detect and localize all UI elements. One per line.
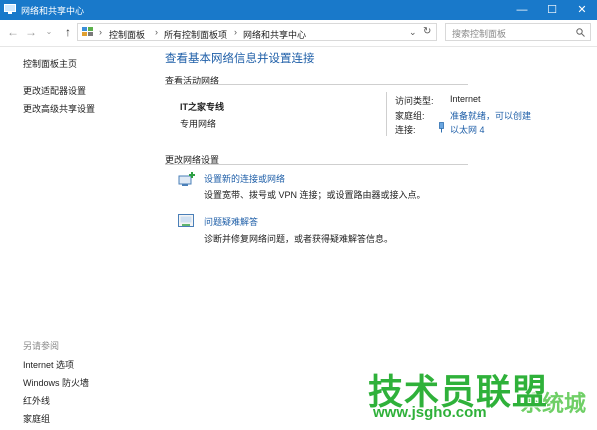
address-dropdown-icon[interactable]: ⌄ [409, 27, 417, 38]
section-divider [165, 84, 468, 85]
control-panel-icon [82, 27, 93, 36]
search-placeholder: 搜索控制面板 [452, 29, 507, 39]
page-title: 查看基本网络信息并设置连接 [165, 53, 315, 65]
up-arrow-icon[interactable]: ↑ [61, 25, 75, 39]
troubleshoot-link[interactable]: 问题疑难解答 [204, 215, 258, 228]
address-box[interactable]: › 控制面板 › 所有控制面板项 › 网络和共享中心 ⌄ ↻ [77, 23, 437, 41]
connection-label: 连接: [395, 125, 416, 135]
section-divider [165, 164, 468, 165]
troubleshoot-icon [178, 214, 194, 227]
see-also-homegroup[interactable]: 家庭组 [23, 412, 50, 425]
breadcrumb-separator-icon: › [234, 27, 237, 37]
breadcrumb-network-center[interactable]: 网络和共享中心 [243, 28, 306, 41]
homegroup-link[interactable]: 准备就绪，可以创建 [450, 109, 531, 122]
refresh-icon[interactable]: ↻ [423, 26, 431, 37]
troubleshoot-desc: 诊断并修复网络问题，或者获得疑难解答信息。 [204, 234, 394, 244]
see-also-heading: 另请参阅 [23, 341, 60, 351]
window-title: 网络和共享中心 [21, 6, 85, 16]
network-name: IT之家专线 [180, 102, 224, 112]
network-center-icon [4, 4, 16, 14]
breadcrumb-separator-icon: › [155, 27, 158, 37]
breadcrumb-all-items[interactable]: 所有控制面板项 [164, 28, 227, 41]
homegroup-label: 家庭组: [395, 111, 425, 121]
sidebar-item-advanced-sharing[interactable]: 更改高级共享设置 [23, 102, 95, 115]
vertical-divider [386, 92, 387, 136]
ethernet-icon [439, 122, 444, 133]
maximize-button[interactable]: ☐ [537, 0, 567, 20]
search-input[interactable]: 搜索控制面板 [445, 23, 591, 41]
minimize-button[interactable]: — [507, 0, 537, 20]
address-bar: ← → ⌄ ↑ › 控制面板 › 所有控制面板项 › 网络和共享中心 ⌄ ↻ 搜… [0, 20, 597, 47]
ethernet-connection-link[interactable]: 以太网 4 [450, 123, 485, 136]
network-type: 专用网络 [180, 119, 217, 129]
search-icon[interactable] [576, 28, 585, 37]
breadcrumb-control-panel[interactable]: 控制面板 [109, 28, 145, 41]
forward-arrow-icon[interactable]: → [24, 25, 38, 39]
see-also-internet-options[interactable]: Internet 选项 [23, 358, 74, 371]
access-type-label: 访问类型: [395, 96, 434, 106]
recent-dropdown-icon[interactable]: ⌄ [42, 25, 56, 39]
breadcrumb-separator-icon: › [99, 27, 102, 37]
see-also-firewall[interactable]: Windows 防火墙 [23, 376, 89, 389]
back-arrow-icon[interactable]: ← [6, 25, 20, 39]
see-also-infrared[interactable]: 红外线 [23, 394, 50, 407]
close-button[interactable]: ✕ [567, 0, 597, 20]
watermark-url: www.jsgho.com [373, 404, 487, 421]
title-bar: 网络和共享中心 — ☐ ✕ [0, 0, 597, 20]
setup-connection-desc: 设置宽带、拨号或 VPN 连接；或设置路由器或接入点。 [204, 190, 426, 200]
sidebar-item-change-adapter[interactable]: 更改适配器设置 [23, 84, 86, 97]
sidebar-item-control-panel-home[interactable]: 控制面板主页 [23, 57, 77, 70]
active-networks-heading: 查看活动网络 [165, 76, 220, 86]
new-connection-icon [178, 172, 195, 186]
access-type-value: Internet [450, 94, 481, 104]
setup-connection-link[interactable]: 设置新的连接或网络 [204, 172, 285, 185]
